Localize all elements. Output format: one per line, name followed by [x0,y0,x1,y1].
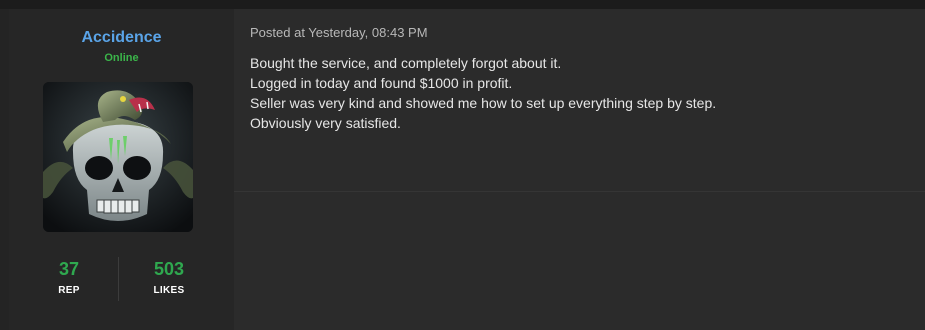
rep-stat[interactable]: 37 REP [14,257,124,296]
likes-label: LIKES [153,285,185,296]
likes-value: 503 [153,259,185,279]
forum-post: Accidence Online 37 REP 503 LIKES Posted… [9,9,925,330]
post-divider [234,191,925,192]
post-message: Bought the service, and completely forgo… [250,53,910,133]
post-content: Posted at Yesterday, 08:43 PM Bought the… [234,9,925,330]
rep-value: 37 [58,259,80,279]
snake-skull-avatar-icon [43,82,193,232]
post-timestamp: Posted at Yesterday, 08:43 PM [250,25,428,40]
top-strip [0,0,925,9]
author-stats: 37 REP 503 LIKES [9,257,234,302]
message-line: Bought the service, and completely forgo… [250,55,562,71]
rep-label: REP [58,285,80,296]
message-line: Obviously very satisfied. [250,115,401,131]
online-status: Online [104,52,139,64]
likes-stat[interactable]: 503 LIKES [114,257,224,296]
author-username[interactable]: Accidence [9,29,234,47]
author-panel: Accidence Online 37 REP 503 LIKES [9,9,234,330]
message-line: Seller was very kind and showed me how t… [250,95,717,111]
message-line: Logged in today and found $1000 in profi… [250,75,513,91]
avatar[interactable] [43,82,193,232]
